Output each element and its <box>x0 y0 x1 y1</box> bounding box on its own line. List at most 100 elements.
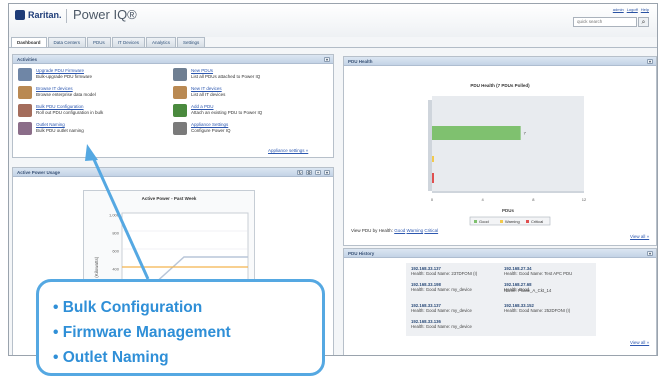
history-entry[interactable]: Name: Phase_A_Ckt_14 <box>504 288 551 293</box>
history-detail: Health: Good Name: 237DFONI (I) <box>411 271 478 276</box>
history-detail: Health: Good Name: Test APC PDU <box>504 271 573 276</box>
activity-item[interactable]: Outlet Naming Bulk PDU outlet naming <box>18 122 158 138</box>
outlet-icon[interactable] <box>18 122 32 135</box>
x-tick-label: 4 <box>482 197 485 202</box>
y-tick-label: 1,000 <box>109 213 120 218</box>
history-entry[interactable]: 192.168.33.198 Health: Good Name: my_devi… <box>411 282 472 292</box>
history-detail: Name: Phase_A_Ckt_14 <box>504 288 552 293</box>
history-entry[interactable]: 192.168.33.152 Health: Good Name: 252DFON… <box>504 303 570 313</box>
activity-title[interactable]: Upgrade PDU Firmware <box>36 68 84 73</box>
legend-swatch <box>526 220 529 223</box>
activities-panel: Activities ▾ Upgrade PDU Firmware Bulk-up… <box>12 54 334 158</box>
tab-analytics[interactable]: Analytics <box>145 37 176 47</box>
activity-title[interactable]: New PDUs <box>191 68 213 73</box>
activity-desc: Bulk-upgrade PDU firmware <box>36 74 93 79</box>
product-title: Power IQ® <box>73 7 137 22</box>
tab-dashboard[interactable]: Dashboard <box>11 37 47 47</box>
activity-item[interactable]: New PDUs List all PDUs attached to Power … <box>173 68 313 84</box>
activity-item[interactable]: Upgrade PDU Firmware Bulk-upgrade PDU fir… <box>18 68 158 84</box>
filter-critical-link[interactable]: Critical <box>424 228 438 233</box>
tab-it-devices[interactable]: IT Devices <box>111 37 145 47</box>
activity-title[interactable]: New IT devices <box>191 86 222 91</box>
activity-desc: List all IT devices <box>191 92 226 97</box>
callout-outlet-naming: • Outlet Naming <box>53 349 169 366</box>
history-detail: Health: Good Name: my_device <box>411 287 472 292</box>
active-power-header: Active Power Usage ↻ ⚙ + ▾ <box>13 168 333 177</box>
history-detail: Health: Good Name: 252DFONI (I) <box>504 308 571 313</box>
history-entry[interactable]: 192.168.33.136 Health: Good Name: my_devi… <box>411 319 472 329</box>
settings-icon[interactable]: ⚙ <box>306 170 312 175</box>
activity-desc: Browse enterprise data model <box>36 92 96 97</box>
tab-data-centers[interactable]: Data Centers <box>47 37 87 47</box>
callout-firmware-management: • Firmware Management <box>53 324 231 341</box>
activity-item[interactable]: Appliance Settings Configure Power IQ <box>173 122 313 138</box>
history-entry[interactable]: 192.168.33.137 Health: Good Name: my_devi… <box>411 303 472 313</box>
activity-title[interactable]: Bulk PDU Configuration <box>36 104 84 109</box>
appliance-settings-link[interactable]: Appliance settings » <box>268 148 308 153</box>
history-entry[interactable]: 192.168.27.34 Health: Good Name: Test APC… <box>504 266 572 276</box>
activity-item[interactable]: Bulk PDU Configuration Roll out PDU confi… <box>18 104 158 120</box>
logoff-link[interactable]: Logoff <box>627 7 638 12</box>
activity-title[interactable]: Add a PDU <box>191 104 214 109</box>
history-list: 192.168.33.137 Health: Good Name: 237DFON… <box>406 263 596 336</box>
pdu-health-chart-title: PDU Health (7 PDUs Polled) <box>470 83 530 88</box>
firmware-icon[interactable] <box>18 68 32 81</box>
refresh-icon[interactable]: ↻ <box>297 170 303 175</box>
x-tick-label: 12 <box>582 197 587 202</box>
legend-swatch <box>500 220 503 223</box>
activity-title[interactable]: Outlet Naming <box>36 122 65 127</box>
collapse-icon[interactable]: ▾ <box>324 57 330 62</box>
activity-item[interactable]: New IT devices List all IT devices <box>173 86 313 102</box>
history-detail: Health: Good Name: my_device <box>411 308 472 313</box>
pdu-health-header: PDU Health ▾ <box>344 57 656 66</box>
collapse-icon[interactable]: ▾ <box>324 170 330 175</box>
filter-good-link[interactable]: Good <box>394 228 405 233</box>
history-detail: Health: Good Name: my_device <box>411 324 472 329</box>
quick-search-input[interactable]: quick search <box>573 17 637 27</box>
activity-desc: Attach an existing PDU to Power IQ <box>191 110 263 115</box>
user-links: admin Logoff Help <box>613 7 649 12</box>
pdu-history-panel: PDU History ▾ 192.168.33.137 Health: Good… <box>343 248 657 355</box>
pdu-health-xlabel: PDUs <box>502 208 515 213</box>
health-bar-good <box>432 126 521 140</box>
health-bar-critical <box>432 173 434 183</box>
collapse-icon[interactable]: ▾ <box>647 59 653 64</box>
appliance-icon[interactable] <box>173 122 187 135</box>
collapse-icon[interactable]: ▾ <box>647 251 653 256</box>
admin-link[interactable]: admin <box>613 7 624 12</box>
y-tick-label: 600 <box>112 249 119 254</box>
history-view-all-link[interactable]: View all » <box>630 340 649 345</box>
health-filter-label: View PDU by Health: <box>351 228 393 233</box>
y-tick-label: 800 <box>112 231 119 236</box>
activity-title[interactable]: Browse IT devices <box>36 86 73 91</box>
help-link[interactable]: Help <box>641 7 649 12</box>
x-tick-label: 8 <box>532 197 535 202</box>
activity-desc: Configure Power IQ <box>191 128 231 133</box>
activity-title[interactable]: Appliance Settings <box>191 122 228 127</box>
browse-icon[interactable] <box>18 86 32 99</box>
main-tabs: Dashboard Data Centers PDUs IT Devices A… <box>11 37 206 47</box>
x-tick-label: 0 <box>431 197 434 202</box>
bulk-config-icon[interactable] <box>18 104 32 117</box>
health-view-all-link[interactable]: View all » <box>630 234 649 239</box>
legend-label: Warning <box>505 219 520 224</box>
health-filter: View PDU by Health: Good Warning Critica… <box>351 228 438 233</box>
y-tick-label: 400 <box>112 267 119 272</box>
tab-pdus[interactable]: PDUs <box>87 37 111 47</box>
feature-callout: • Bulk Configuration • Firmware Manageme… <box>36 279 325 376</box>
activity-item[interactable]: Add a PDU Attach an existing PDU to Power… <box>173 104 313 120</box>
it-device-icon[interactable] <box>173 86 187 99</box>
history-entry[interactable]: 192.168.33.137 Health: Good Name: 237DFON… <box>411 266 477 276</box>
pdu-health-chart: 7 0 4 8 12 PDUs Good Warning Critical <box>428 96 587 226</box>
search-icon[interactable]: ⌕ <box>638 17 649 27</box>
zoom-icon[interactable]: + <box>315 170 321 175</box>
pdu-history-header: PDU History ▾ <box>344 249 656 258</box>
activity-desc: Bulk PDU outlet naming <box>36 128 84 133</box>
raritan-logo: Raritan. <box>15 10 62 20</box>
filter-warning-link[interactable]: Warning <box>406 228 423 233</box>
add-pdu-icon[interactable] <box>173 104 187 117</box>
new-pdu-icon[interactable] <box>173 68 187 81</box>
tab-settings[interactable]: Settings <box>177 37 206 47</box>
callout-bulk-configuration: • Bulk Configuration <box>53 299 203 316</box>
activity-item[interactable]: Browse IT devices Browse enterprise data … <box>18 86 158 102</box>
